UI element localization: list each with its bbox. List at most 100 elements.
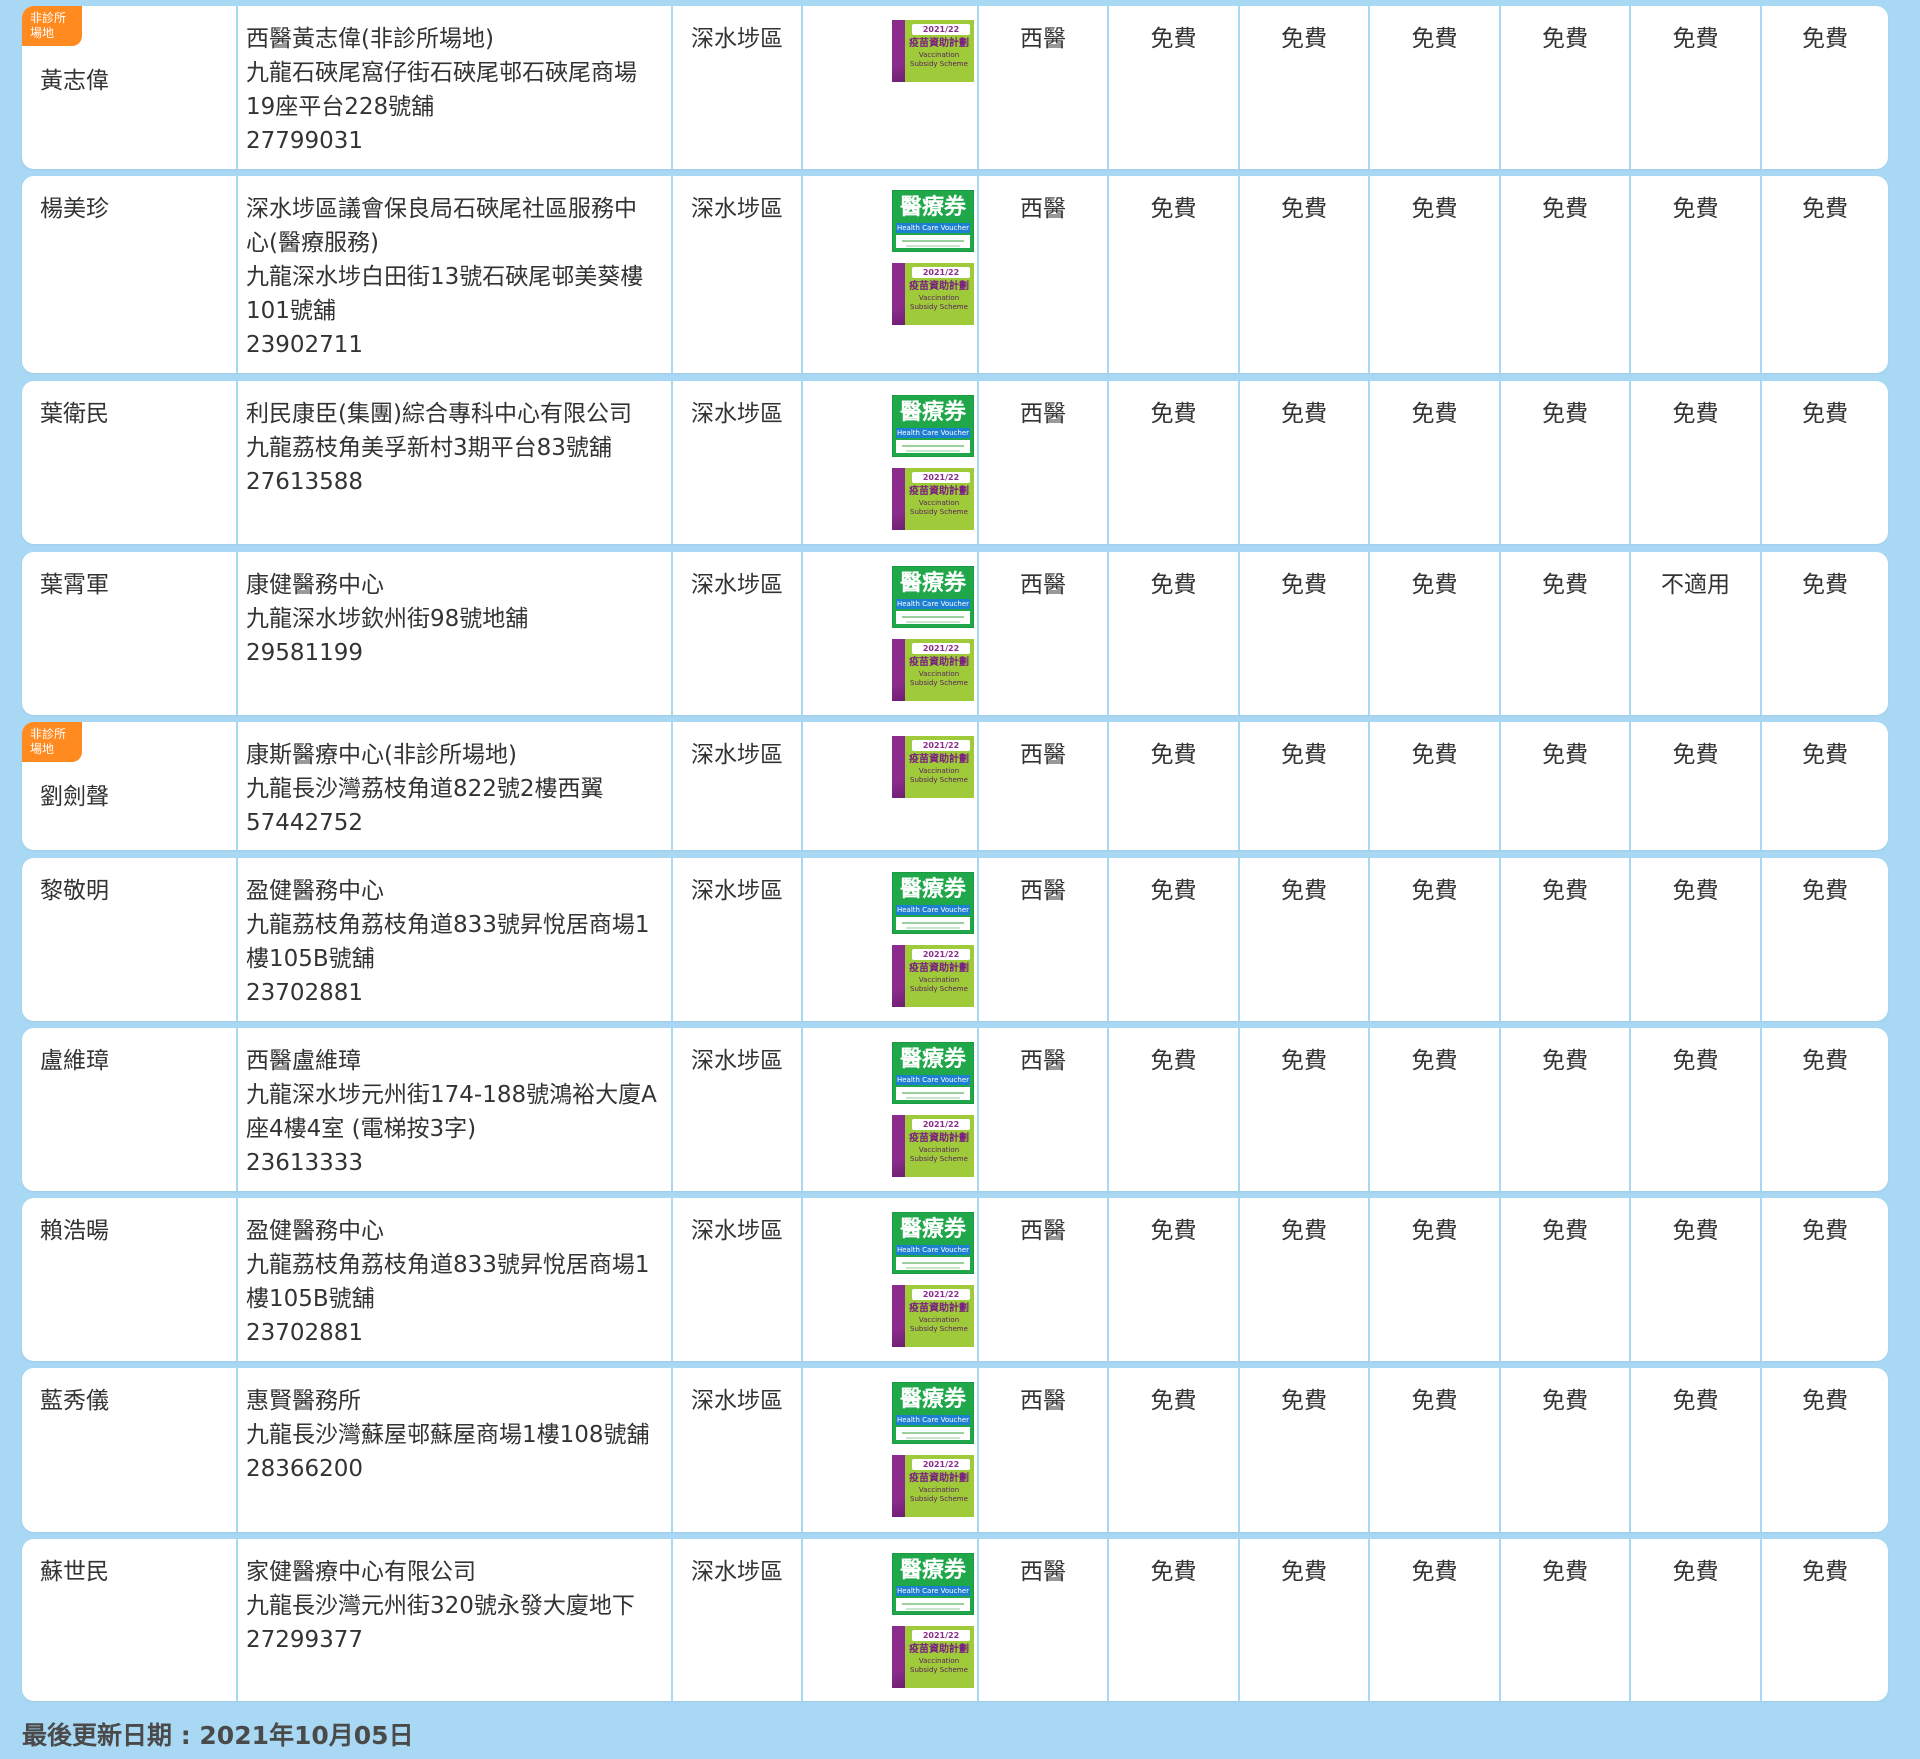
vss-year: 2021/22 [912, 24, 970, 35]
doctor-name[interactable]: 賴浩暘 [22, 1198, 238, 1361]
table-row: 非診所 場地 黃志偉 西醫黃志偉(非診所場地) 九龍石硤尾窩仔街石硤尾邨石硤尾商場 19… [22, 6, 1888, 169]
clinic-phone: 27299377 [246, 1627, 364, 1653]
page: 非診所 場地 黃志偉 西醫黃志偉(非診所場地) 九龍石硤尾窩仔街石硤尾邨石硤尾商場 19… [0, 0, 1920, 1759]
fee-value: 免費 [1501, 722, 1631, 850]
doctor-name[interactable]: 葉衛民 [22, 381, 238, 544]
address-line: 家健醫療中心有限公司 [246, 1559, 476, 1585]
health-care-voucher-icon[interactable]: 醫療券 Health Care Voucher [892, 1382, 974, 1444]
district: 深水埗區 [673, 1539, 803, 1701]
fee-value: 免費 [1240, 1539, 1370, 1701]
vss-title: 疫苗資助計劃 [909, 657, 969, 668]
vss-title: 疫苗資助計劃 [909, 1133, 969, 1144]
address-line: 西醫盧維璋 [246, 1048, 361, 1074]
vss-stripe [892, 945, 905, 1007]
doctor-name[interactable]: 葉霄軍 [22, 552, 238, 715]
district: 深水埗區 [673, 1028, 803, 1191]
vaccination-subsidy-scheme-icon[interactable]: 2021/22 疫苗資助計劃 Vaccination Subsidy Scheme [892, 1626, 974, 1688]
district: 深水埗區 [673, 381, 803, 544]
address-line: 九龍深水埗白田街13號石硤尾邨美葵樓 [246, 264, 644, 290]
district: 深水埗區 [673, 1368, 803, 1532]
fee-value: 免費 [1370, 6, 1501, 169]
voucher-body [896, 611, 970, 624]
address-line: 樓105B號舖 [246, 1286, 375, 1312]
health-care-voucher-icon[interactable]: 醫療券 Health Care Voucher [892, 872, 974, 934]
doctor-name[interactable]: 藍秀儀 [22, 1368, 238, 1532]
vss-subtitle: Vaccination Subsidy Scheme [910, 1316, 968, 1333]
voucher-body [896, 1257, 970, 1270]
voucher-title: 醫療券 [899, 1558, 966, 1583]
vss-subtitle: Vaccination Subsidy Scheme [910, 1657, 968, 1674]
vaccination-subsidy-scheme-icon[interactable]: 2021/22 疫苗資助計劃 Vaccination Subsidy Scheme [892, 1285, 974, 1347]
fee-value: 免費 [1802, 742, 1848, 768]
voucher-title: 醫療券 [899, 1047, 966, 1072]
district: 深水埗區 [673, 6, 803, 169]
doctor-name[interactable]: 黎敬明 [22, 858, 238, 1021]
fee-value: 免費 [1109, 722, 1240, 850]
health-care-voucher-icon[interactable]: 醫療券 Health Care Voucher [892, 1042, 974, 1104]
vaccination-subsidy-scheme-icon[interactable]: 2021/22 疫苗資助計劃 Vaccination Subsidy Scheme [892, 736, 974, 798]
vss-stripe [892, 263, 905, 325]
doctor-name[interactable]: 劉劍聲 [22, 722, 238, 850]
fee-value: 免費 [1240, 176, 1370, 373]
fee-value: 免費 [1370, 552, 1501, 715]
clinic-phone: 29581199 [246, 640, 364, 666]
fee-value: 免費 [1802, 1559, 1848, 1585]
doctor-name[interactable]: 盧維璋 [22, 1028, 238, 1191]
address-line: 利民康臣(集團)綜合專科中心有限公司 [246, 401, 632, 427]
health-care-voucher-icon[interactable]: 醫療券 Health Care Voucher [892, 1212, 974, 1274]
doctor-type: 西醫 [979, 552, 1109, 715]
clinic-address: 家健醫療中心有限公司 九龍長沙灣元州街320號永發大廈地下 27299377 [238, 1539, 673, 1701]
vaccination-subsidy-scheme-icon[interactable]: 2021/22 疫苗資助計劃 Vaccination Subsidy Scheme [892, 1115, 974, 1177]
address-line: 九龍長沙灣蘇屋邨蘇屋商場1樓108號舖 [246, 1422, 650, 1448]
clinic-address: 盈健醫務中心 九龍荔枝角荔枝角道833號昇悅居商場1 樓105B號舖 23702881 [238, 1198, 673, 1361]
health-care-voucher-icon[interactable]: 醫療券 Health Care Voucher [892, 395, 974, 457]
voucher-body [896, 1598, 970, 1611]
voucher-subtitle: Health Care Voucher [896, 905, 970, 915]
vss-subtitle: Vaccination Subsidy Scheme [910, 1146, 968, 1163]
fee-value: 免費 [1109, 1198, 1240, 1361]
vss-year: 2021/22 [912, 1630, 970, 1641]
fee-value: 免費 [1370, 1368, 1501, 1532]
voucher-title: 醫療券 [899, 195, 966, 220]
fee-value: 免費 [1109, 552, 1240, 715]
doctor-name[interactable]: 楊美珍 [22, 176, 238, 373]
fee-value: 免費 [1240, 1028, 1370, 1191]
vaccination-subsidy-scheme-icon[interactable]: 2021/22 疫苗資助計劃 Vaccination Subsidy Scheme [892, 639, 974, 701]
doctor-type: 西醫 [979, 1368, 1109, 1532]
doctor-name[interactable]: 蘇世民 [22, 1539, 238, 1701]
address-line: 康斯醫療中心(非診所場地) [246, 742, 517, 768]
district: 深水埗區 [673, 1198, 803, 1361]
fee-value: 免費 [1501, 176, 1631, 373]
vss-title: 疫苗資助計劃 [909, 1473, 969, 1484]
doctor-name[interactable]: 黃志偉 [22, 6, 238, 169]
vaccination-subsidy-scheme-icon[interactable]: 2021/22 疫苗資助計劃 Vaccination Subsidy Scheme [892, 1455, 974, 1517]
fee-value: 不適用 [1631, 552, 1762, 715]
fee-value: 免費 [1631, 858, 1762, 1021]
table-row: 葉衛民 利民康臣(集團)綜合專科中心有限公司 九龍荔枝角美孚新村3期平台83號舖 27… [22, 381, 1888, 544]
fee-value: 免費 [1109, 1368, 1240, 1532]
table-row: 賴浩暘 盈健醫務中心 九龍荔枝角荔枝角道833號昇悅居商場1 樓105B號舖 23702… [22, 1198, 1888, 1361]
vss-stripe [892, 1285, 905, 1347]
fee-value: 免費 [1501, 1198, 1631, 1361]
vss-title: 疫苗資助計劃 [909, 1303, 969, 1314]
voucher-subtitle: Health Care Voucher [896, 223, 970, 233]
health-care-voucher-icon[interactable]: 醫療券 Health Care Voucher [892, 566, 974, 628]
vss-subtitle: Vaccination Subsidy Scheme [910, 767, 968, 784]
clinic-phone: 23702881 [246, 980, 364, 1006]
vss-subtitle: Vaccination Subsidy Scheme [910, 499, 968, 516]
fee-value: 免費 [1802, 878, 1848, 904]
health-care-voucher-icon[interactable]: 醫療券 Health Care Voucher [892, 190, 974, 252]
vaccination-subsidy-scheme-icon[interactable]: 2021/22 疫苗資助計劃 Vaccination Subsidy Scheme [892, 468, 974, 530]
vss-title: 疫苗資助計劃 [909, 38, 969, 49]
vaccination-subsidy-scheme-icon[interactable]: 2021/22 疫苗資助計劃 Vaccination Subsidy Scheme [892, 20, 974, 82]
doctor-type: 西醫 [979, 381, 1109, 544]
clinic-address: 深水埗區議會保良局石硤尾社區服務中 心(醫療服務) 九龍深水埗白田街13號石硤尾邨美… [238, 176, 673, 373]
vaccination-subsidy-scheme-icon[interactable]: 2021/22 疫苗資助計劃 Vaccination Subsidy Scheme [892, 945, 974, 1007]
address-line: 盈健醫務中心 [246, 878, 384, 904]
vaccination-subsidy-scheme-icon[interactable]: 2021/22 疫苗資助計劃 Vaccination Subsidy Scheme [892, 263, 974, 325]
clinic-phone: 23902711 [246, 332, 364, 358]
health-care-voucher-icon[interactable]: 醫療券 Health Care Voucher [892, 1553, 974, 1615]
table-row: 黎敬明 盈健醫務中心 九龍荔枝角荔枝角道833號昇悅居商場1 樓105B號舖 23702… [22, 858, 1888, 1021]
fee-value: 免費 [1802, 1048, 1848, 1074]
voucher-title: 醫療券 [899, 571, 966, 596]
